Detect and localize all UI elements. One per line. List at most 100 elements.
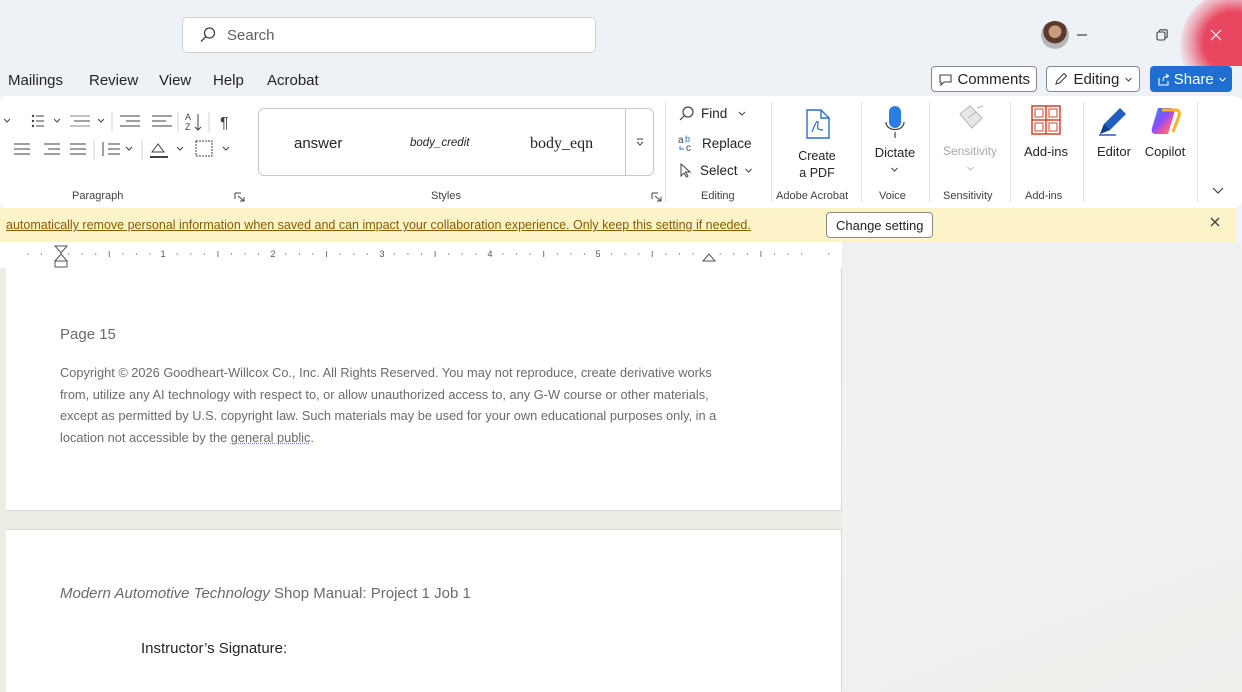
pencil-icon: [1055, 72, 1068, 85]
expand-gallery-icon: [636, 138, 644, 146]
ribbon-separator: [861, 102, 862, 202]
copyright-period: .: [310, 429, 314, 445]
document-page[interactable]: Page 15 Copyright © 2026 Goodheart-Willc…: [6, 268, 842, 511]
create-pdf-icon: [806, 109, 830, 139]
editing-mode-button[interactable]: Editing: [1046, 66, 1140, 92]
change-setting-button[interactable]: Change setting: [826, 212, 934, 238]
styles-more-button[interactable]: [625, 109, 654, 175]
ruler-tick: [420, 253, 423, 255]
alignment-icons: [14, 140, 230, 160]
share-label: Share: [1173, 70, 1214, 88]
book-title: Modern Automotive Technology: [60, 585, 270, 602]
ruler-tick: [122, 253, 124, 255]
ruler-tick: [461, 253, 463, 255]
copilot-button[interactable]: Copilot: [1138, 102, 1192, 186]
tab-acrobat[interactable]: Acrobat: [267, 72, 319, 89]
editing-group-label: Editing: [701, 190, 735, 202]
ribbon-separator: [1083, 102, 1084, 202]
horizontal-ruler[interactable]: 1 2 3 4 5: [0, 242, 842, 270]
comments-label: Comments: [957, 70, 1030, 88]
dialog-launcher-icon[interactable]: [651, 192, 663, 202]
replace-icon: a b c: [678, 134, 691, 152]
ruler-tick: [407, 253, 409, 255]
ruler-tick: [95, 253, 97, 255]
ruler-tick: [787, 253, 789, 255]
ruler-tick: [190, 253, 192, 255]
ruler-tick: [692, 253, 694, 255]
tab-mailings[interactable]: Mailings: [8, 72, 63, 89]
create-pdf-button[interactable]: Create a PDF: [784, 102, 850, 186]
search-icon: [200, 27, 216, 42]
restore-icon: [1156, 29, 1168, 41]
ribbon-panel: A Z ¶ Paragraph answer body_credit body_…: [0, 96, 1242, 208]
copilot-label: Copilot: [1144, 144, 1186, 159]
style-body-credit[interactable]: body_credit: [410, 137, 469, 149]
chevron-down-icon: [738, 111, 746, 116]
tab-view[interactable]: View: [159, 72, 191, 89]
ruler-tick: [298, 253, 301, 255]
ribbon-separator: [771, 102, 772, 202]
ruler-tick: [285, 253, 287, 255]
flagged-phrase: general public: [230, 429, 311, 445]
comment-icon: [939, 73, 952, 86]
replace-button[interactable]: a b c Replace: [678, 134, 752, 152]
ruler-tick: [447, 253, 450, 255]
ribbon-separator: [1197, 102, 1198, 202]
sensitivity-label: Sensitivity: [942, 144, 998, 158]
add-ins-group-label: Add-ins: [1025, 190, 1063, 202]
comments-button[interactable]: Comments: [931, 66, 1037, 92]
chevron-down-icon: [744, 168, 752, 173]
ruler-tick: [800, 253, 803, 255]
editing-mode-label: Editing: [1073, 70, 1120, 88]
ruler-tick: [393, 253, 396, 255]
ruler-tick: [502, 253, 504, 255]
share-button[interactable]: Share: [1150, 66, 1232, 92]
style-answer[interactable]: answer: [294, 135, 342, 152]
close-button[interactable]: [1190, 17, 1242, 53]
ruler-tick: [67, 253, 70, 255]
restore-button[interactable]: [1140, 17, 1184, 53]
ruler-tick: [733, 253, 735, 255]
ruler-tick: [773, 253, 776, 255]
svg-text:A: A: [185, 112, 191, 122]
dialog-launcher-icon[interactable]: [234, 192, 246, 202]
ruler-tick: [244, 253, 246, 255]
close-icon[interactable]: [1208, 215, 1222, 229]
share-icon: [1158, 73, 1170, 86]
bullets-icon: A Z ¶: [3, 112, 229, 132]
ruler-tick: [678, 253, 681, 255]
tab-help[interactable]: Help: [213, 72, 244, 89]
find-button[interactable]: Find: [678, 105, 747, 122]
copyright-text: Copyright © 2026 Goodheart-Willcox Co., …: [60, 365, 717, 445]
editor-button[interactable]: Editor: [1090, 102, 1138, 186]
style-body-eqn[interactable]: body_eqn: [530, 135, 593, 153]
editor-pen-icon: [1099, 108, 1126, 136]
select-label: Select: [700, 162, 738, 178]
ribbon-separator: [1010, 102, 1011, 202]
page-header: Page 15: [60, 326, 116, 343]
search-box[interactable]: Search: [182, 17, 596, 53]
info-bar: automatically remove personal informatio…: [0, 208, 1236, 242]
minimize-button[interactable]: [1060, 17, 1104, 53]
cursor-arrow-icon: [680, 162, 692, 178]
chevron-down-icon: [1125, 77, 1133, 82]
copyright-notice: Copyright © 2026 Goodheart-Willcox Co., …: [60, 362, 720, 448]
canvas-background: [842, 242, 1242, 692]
dictate-button[interactable]: Dictate: [866, 102, 924, 186]
info-bar-message[interactable]: automatically remove personal informatio…: [6, 218, 751, 232]
add-ins-button[interactable]: Add-ins: [1016, 102, 1076, 186]
svg-text:a: a: [678, 135, 684, 146]
collapse-ribbon-icon[interactable]: [1211, 186, 1225, 196]
sensitivity-button[interactable]: Sensitivity: [934, 102, 1006, 186]
ruler-tick: [665, 253, 667, 255]
tab-review[interactable]: Review: [89, 72, 138, 89]
ruler-tick: [203, 253, 206, 255]
svg-text:c: c: [686, 143, 691, 152]
find-label: Find: [701, 106, 728, 121]
document-page[interactable]: Modern Automotive Technology Shop Manual…: [6, 529, 842, 692]
ruler-number: 5: [595, 249, 600, 259]
select-button[interactable]: Select: [678, 162, 753, 178]
microphone-icon: [885, 106, 905, 138]
styles-gallery: answer body_credit body_eqn: [258, 108, 654, 176]
ruler-tick: [583, 253, 586, 255]
